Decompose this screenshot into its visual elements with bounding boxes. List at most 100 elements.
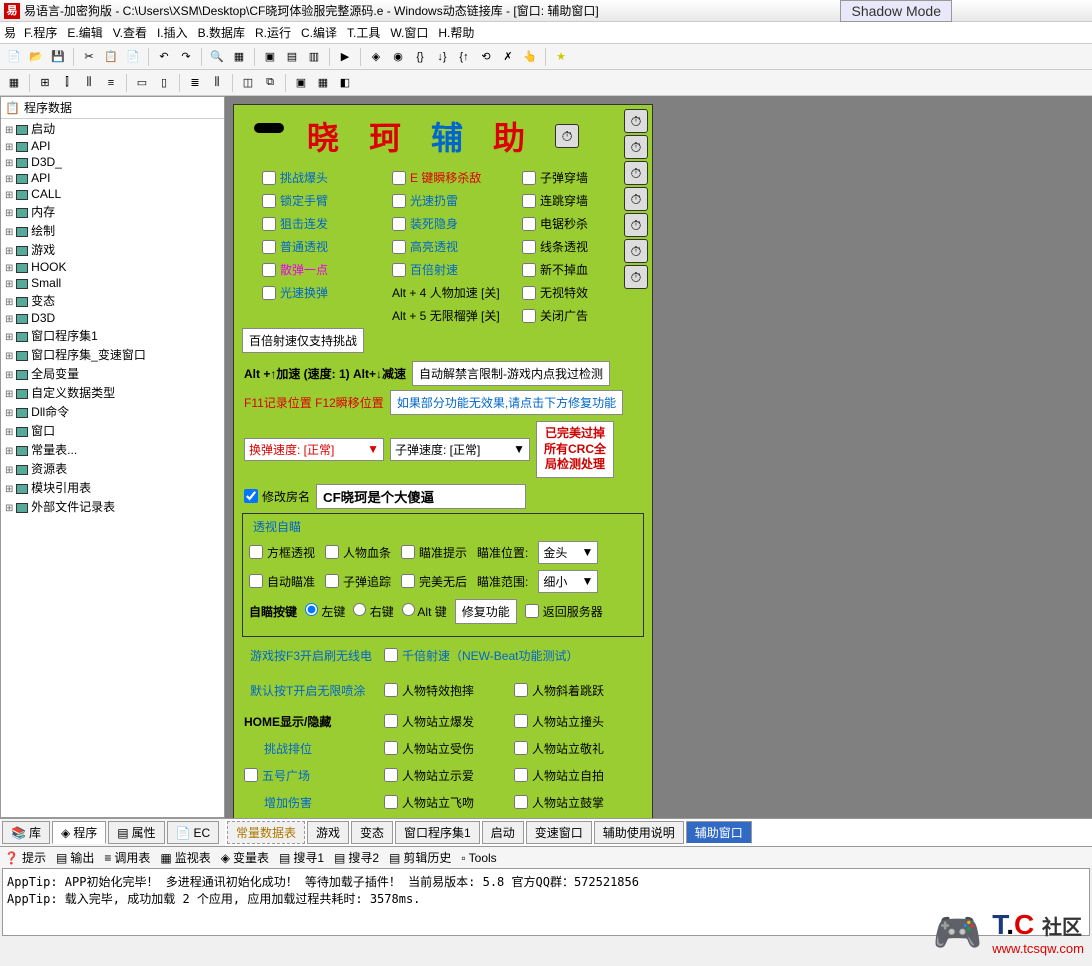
new-icon[interactable]: 📄: [4, 47, 24, 67]
timer-icon[interactable]: ⏱: [624, 109, 648, 133]
checkbox[interactable]: 五号广场: [244, 767, 384, 784]
tb-icon[interactable]: ⫼: [207, 73, 227, 93]
tb-icon[interactable]: ▭: [132, 73, 152, 93]
checkbox[interactable]: 人物站立鼓掌: [514, 794, 644, 811]
checkbox[interactable]: 普通透视: [262, 238, 392, 255]
paste-icon[interactable]: 📄: [123, 47, 143, 67]
tab-var[interactable]: ◈ 变量表: [221, 849, 269, 866]
auto-unban-button[interactable]: 自动解禁言限制-游戏内点我过检测: [412, 361, 610, 386]
checkbox[interactable]: [262, 307, 392, 324]
tb-icon[interactable]: ⫼: [79, 73, 99, 93]
tb-icon[interactable]: ✗: [498, 47, 518, 67]
tb-icon[interactable]: ▦: [229, 47, 249, 67]
baibei-button[interactable]: 百倍射速仅支持挑战: [242, 328, 364, 353]
tab-call[interactable]: ≡ 调用表: [104, 849, 150, 866]
tb-icon[interactable]: {↑: [454, 47, 474, 67]
tree-item[interactable]: API: [5, 138, 224, 154]
tab-search2[interactable]: ▤ 搜寻2: [334, 849, 379, 866]
redo-icon[interactable]: ↷: [176, 47, 196, 67]
tree-item[interactable]: 外部文件记录表: [5, 497, 224, 516]
tb-icon[interactable]: ⧉: [260, 73, 280, 93]
radio-left[interactable]: 左键: [305, 603, 345, 620]
menu-tools[interactable]: T.工具: [347, 24, 380, 41]
tree-item[interactable]: 资源表: [5, 459, 224, 478]
aim-range-select[interactable]: 细小▼: [538, 570, 598, 593]
tb-icon[interactable]: ▯: [154, 73, 174, 93]
menu-database[interactable]: B.数据库: [198, 24, 245, 41]
design-area[interactable]: ⏱ ⏱ ⏱ ⏱ ⏱ ⏱ ⏱ 晓 珂 辅 助 ⏱ 挑战爆头E 键瞬移杀敌子弹穿墙锁…: [225, 96, 1092, 818]
checkbox[interactable]: 人物斜着跳跃: [514, 678, 644, 703]
tb-icon[interactable]: 👆: [520, 47, 540, 67]
repair-button[interactable]: 修复功能: [455, 599, 517, 624]
tree-item[interactable]: API: [5, 170, 224, 186]
design-tab[interactable]: 辅助窗口: [686, 821, 752, 844]
radio-alt[interactable]: Alt 键: [402, 603, 447, 620]
design-tab[interactable]: 变态: [351, 821, 393, 844]
checkbox[interactable]: 人物血条: [325, 544, 391, 561]
tb-icon[interactable]: ▣: [260, 47, 280, 67]
shadow-mode-button[interactable]: Shadow Mode: [840, 0, 952, 22]
checkbox[interactable]: 关闭广告: [522, 307, 652, 324]
checkbox[interactable]: 人物站立自拍: [514, 767, 644, 784]
checkbox[interactable]: 挑战爆头: [262, 169, 392, 186]
design-tab[interactable]: 游戏: [307, 821, 349, 844]
aim-pos-select[interactable]: 金头▼: [538, 541, 598, 564]
menu-run[interactable]: R.运行: [255, 24, 291, 41]
checkbox[interactable]: 百倍射速: [392, 261, 522, 278]
menu-program[interactable]: F.程序: [24, 24, 57, 41]
tb-icon[interactable]: ▥: [304, 47, 324, 67]
tb-icon[interactable]: ▦: [313, 73, 333, 93]
copy-icon[interactable]: 📋: [101, 47, 121, 67]
design-tab[interactable]: 变速窗口: [526, 821, 592, 844]
tb-icon[interactable]: ⟲: [476, 47, 496, 67]
checkbox[interactable]: 人物站立撞头: [514, 713, 644, 730]
tab-search1[interactable]: ▤ 搜寻1: [279, 849, 324, 866]
tree-item[interactable]: 游戏: [5, 240, 224, 259]
design-tab[interactable]: 窗口程序集1: [395, 821, 480, 844]
menu-window[interactable]: W.窗口: [390, 24, 428, 41]
return-server-checkbox[interactable]: 返回服务器: [525, 603, 603, 620]
tab-const[interactable]: 常量数据表: [227, 821, 305, 844]
tb-icon[interactable]: ◈: [366, 47, 386, 67]
tree-item[interactable]: 变态: [5, 291, 224, 310]
run-icon[interactable]: ▶: [335, 47, 355, 67]
checkbox[interactable]: 人物站立敬礼: [514, 740, 644, 757]
timer-icon[interactable]: ⏱: [624, 265, 648, 289]
tree-item[interactable]: 窗口程序集1: [5, 326, 224, 345]
save-icon[interactable]: 💾: [48, 47, 68, 67]
timer-icon[interactable]: ⏱: [624, 135, 648, 159]
tab-tip[interactable]: ❓ 提示: [4, 849, 46, 866]
checkbox[interactable]: 狙击连发: [262, 215, 392, 232]
tree-item[interactable]: HOOK: [5, 259, 224, 275]
menu-help[interactable]: H.帮助: [438, 24, 474, 41]
tree-item[interactable]: 常量表...: [5, 440, 224, 459]
tb-icon[interactable]: ⫿: [57, 73, 77, 93]
tb-icon[interactable]: ◧: [335, 73, 355, 93]
reload-speed-select[interactable]: 换弹速度: [正常]▼: [244, 438, 384, 461]
tab-tools[interactable]: ▫ Tools: [461, 851, 496, 865]
tree-item[interactable]: Small: [5, 275, 224, 291]
tab-properties[interactable]: ▤ 属性: [108, 821, 164, 844]
checkbox[interactable]: 光速扔雷: [392, 192, 522, 209]
repair-tip-button[interactable]: 如果部分功能无效果,请点击下方修复功能: [390, 390, 623, 415]
checkbox[interactable]: 人物特效抱摔: [384, 678, 514, 703]
open-icon[interactable]: 📂: [26, 47, 46, 67]
tb-icon[interactable]: ▤: [282, 47, 302, 67]
checkbox[interactable]: 完美无后: [401, 573, 467, 590]
tb-icon[interactable]: ↓}: [432, 47, 452, 67]
menu-view[interactable]: V.查看: [113, 24, 147, 41]
cut-icon[interactable]: ✂: [79, 47, 99, 67]
tab-clip[interactable]: ▤ 剪辑历史: [389, 849, 451, 866]
tree-item[interactable]: 内存: [5, 202, 224, 221]
checkbox[interactable]: 锁定手臂: [262, 192, 392, 209]
design-tab[interactable]: 辅助使用说明: [594, 821, 684, 844]
timer-icon[interactable]: ⏱: [555, 124, 579, 148]
tree-item[interactable]: 绘制: [5, 221, 224, 240]
room-name-input[interactable]: [316, 484, 526, 509]
tb-icon[interactable]: ▣: [291, 73, 311, 93]
checkbox[interactable]: 子弹追踪: [325, 573, 391, 590]
tb-icon[interactable]: ≡: [101, 73, 121, 93]
timer-icon[interactable]: ⏱: [624, 161, 648, 185]
tb-icon[interactable]: ⊞: [35, 73, 55, 93]
log-output[interactable]: AppTip: APP初始化完毕！ 多进程通讯初始化成功！ 等待加载子插件！ 当…: [2, 868, 1090, 936]
